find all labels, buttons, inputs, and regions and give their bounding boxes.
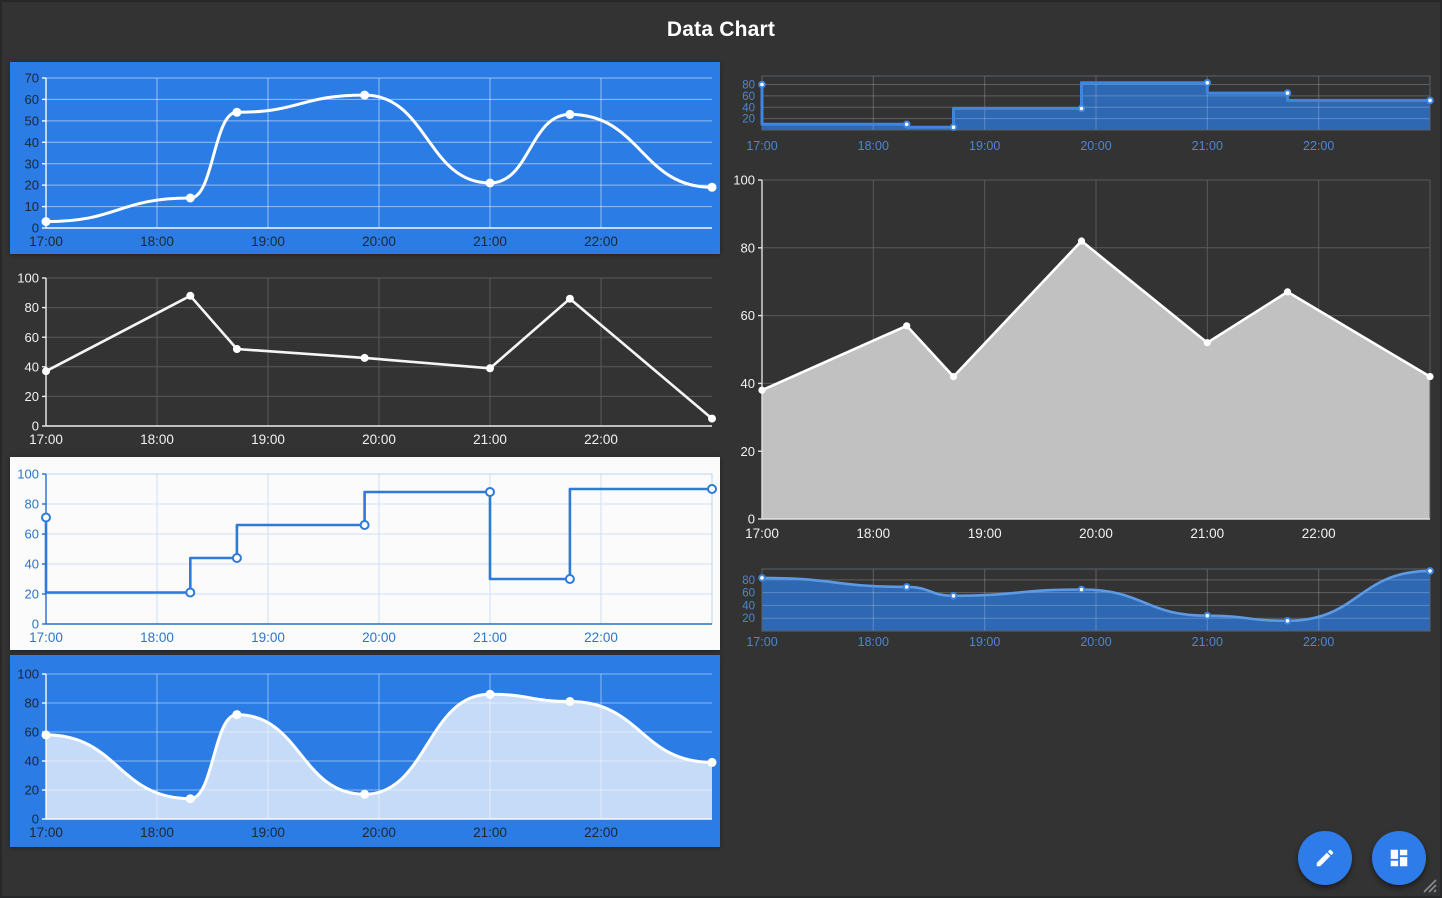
chart-canvas-smooth-line-blue[interactable]: 01020304050607017:0018:0019:0020:0021:00…	[10, 62, 720, 254]
svg-text:22:00: 22:00	[584, 825, 618, 840]
svg-text:22:00: 22:00	[1303, 635, 1334, 649]
svg-text:10: 10	[25, 199, 39, 214]
page-title: Data Chart	[667, 18, 775, 42]
svg-text:21:00: 21:00	[1192, 635, 1223, 649]
svg-text:22:00: 22:00	[584, 234, 618, 249]
svg-text:20:00: 20:00	[362, 432, 396, 447]
svg-text:17:00: 17:00	[29, 825, 63, 840]
svg-text:17:00: 17:00	[29, 234, 63, 249]
chart-canvas-smooth-area-blue[interactable]: 02040608010017:0018:0019:0020:0021:0022:…	[10, 655, 720, 847]
svg-text:18:00: 18:00	[140, 630, 174, 645]
svg-text:18:00: 18:00	[858, 635, 889, 649]
svg-text:17:00: 17:00	[746, 139, 777, 153]
chart-canvas-line-dark[interactable]: 02040608010017:0018:0019:0020:0021:0022:…	[10, 260, 720, 454]
chart-panel-blue-area-small: 20406080 17:00 18:00 19:00 20:00 21:00 22:00	[732, 557, 1436, 652]
svg-text:40: 40	[25, 359, 39, 374]
svg-text:19:00: 19:00	[969, 635, 1000, 649]
svg-text:20: 20	[25, 587, 39, 602]
svg-text:60: 60	[25, 725, 39, 740]
svg-text:20: 20	[741, 444, 755, 459]
svg-text:17:00: 17:00	[745, 526, 779, 541]
svg-text:19:00: 19:00	[251, 825, 285, 840]
svg-text:60: 60	[25, 330, 39, 345]
svg-text:20:00: 20:00	[1079, 526, 1113, 541]
svg-text:19:00: 19:00	[251, 234, 285, 249]
svg-text:40: 40	[25, 557, 39, 572]
svg-text:20: 20	[742, 114, 755, 126]
svg-text:80: 80	[25, 497, 39, 512]
svg-text:20: 20	[25, 783, 39, 798]
svg-text:20:00: 20:00	[362, 825, 396, 840]
svg-text:18:00: 18:00	[140, 234, 174, 249]
svg-text:22:00: 22:00	[1302, 526, 1336, 541]
svg-text:40: 40	[742, 601, 755, 613]
svg-text:17:00: 17:00	[29, 630, 63, 645]
dashboard-grid-icon	[1388, 847, 1410, 869]
svg-text:21:00: 21:00	[473, 630, 507, 645]
svg-text:40: 40	[742, 102, 755, 114]
svg-text:20:00: 20:00	[1080, 635, 1111, 649]
svg-text:19:00: 19:00	[251, 432, 285, 447]
chart-panel-gray-area-large: 0 20 40 60 80 100 17:00 18:00 19:00 20:00 21:00 22:…	[732, 165, 1436, 553]
svg-text:40: 40	[25, 135, 39, 150]
pencil-edit-icon	[1314, 847, 1336, 869]
svg-text:17:00: 17:00	[29, 432, 63, 447]
svg-text:70: 70	[25, 71, 39, 86]
chart-panel-line-dark: 02040608010017:0018:0019:0020:0021:0022:…	[10, 260, 720, 454]
svg-text:19:00: 19:00	[968, 526, 1002, 541]
svg-text:60: 60	[25, 92, 39, 107]
svg-text:100: 100	[17, 271, 39, 286]
chart-canvas-gray-area-large[interactable]: 0 20 40 60 80 100 17:00 18:00 19:00 20:00 21:00 22:…	[732, 165, 1436, 553]
svg-text:20:00: 20:00	[1080, 139, 1111, 153]
svg-text:80: 80	[742, 80, 755, 92]
svg-text:21:00: 21:00	[1190, 526, 1224, 541]
svg-text:21:00: 21:00	[473, 825, 507, 840]
svg-text:0: 0	[748, 512, 755, 527]
svg-text:80: 80	[742, 575, 755, 587]
svg-text:40: 40	[25, 754, 39, 769]
svg-text:22:00: 22:00	[584, 432, 618, 447]
svg-text:22:00: 22:00	[584, 630, 618, 645]
svg-text:60: 60	[742, 588, 755, 600]
svg-text:20: 20	[25, 389, 39, 404]
chart-panel-step-area-small: 20406080 17:00 18:00 19:00 20:00 21:00 22:00	[732, 62, 1436, 157]
chart-panel-smooth-area-blue: 02040608010017:0018:0019:0020:0021:0022:…	[10, 655, 720, 847]
chart-panel-smooth-line-blue: 01020304050607017:0018:0019:0020:0021:00…	[10, 62, 720, 254]
svg-text:18:00: 18:00	[856, 526, 890, 541]
svg-text:19:00: 19:00	[969, 139, 1000, 153]
window-resize-grip[interactable]	[1417, 873, 1437, 893]
svg-text:18:00: 18:00	[858, 139, 889, 153]
chart-canvas-step-line-white[interactable]: 02040608010017:0018:0019:0020:0021:0022:…	[10, 457, 720, 650]
svg-text:60: 60	[741, 308, 755, 323]
edit-fab-button[interactable]	[1298, 831, 1352, 885]
svg-text:80: 80	[741, 240, 755, 255]
svg-text:100: 100	[17, 667, 39, 682]
svg-text:80: 80	[25, 300, 39, 315]
svg-text:60: 60	[25, 527, 39, 542]
svg-text:80: 80	[25, 696, 39, 711]
svg-text:60: 60	[742, 91, 755, 103]
svg-text:20: 20	[25, 178, 39, 193]
svg-text:19:00: 19:00	[251, 630, 285, 645]
svg-text:100: 100	[17, 467, 39, 482]
chart-canvas-step-area-small[interactable]: 20406080 17:00 18:00 19:00 20:00 21:00 22:00	[732, 62, 1436, 157]
svg-text:40: 40	[741, 376, 755, 391]
svg-text:21:00: 21:00	[1192, 139, 1223, 153]
chart-panel-step-line-white: 02040608010017:0018:0019:0020:0021:0022:…	[10, 457, 720, 650]
chart-canvas-blue-area-small[interactable]: 20406080 17:00 18:00 19:00 20:00 21:00 22:00	[732, 557, 1436, 652]
svg-text:17:00: 17:00	[746, 635, 777, 649]
svg-text:18:00: 18:00	[140, 432, 174, 447]
app-header: Data Chart	[2, 2, 1440, 58]
svg-text:20: 20	[742, 613, 755, 625]
svg-text:100: 100	[733, 173, 755, 188]
svg-text:50: 50	[25, 113, 39, 128]
svg-text:21:00: 21:00	[473, 234, 507, 249]
svg-text:18:00: 18:00	[140, 825, 174, 840]
svg-text:22:00: 22:00	[1303, 139, 1334, 153]
svg-text:30: 30	[25, 156, 39, 171]
svg-text:21:00: 21:00	[473, 432, 507, 447]
svg-text:20:00: 20:00	[362, 234, 396, 249]
svg-text:20:00: 20:00	[362, 630, 396, 645]
